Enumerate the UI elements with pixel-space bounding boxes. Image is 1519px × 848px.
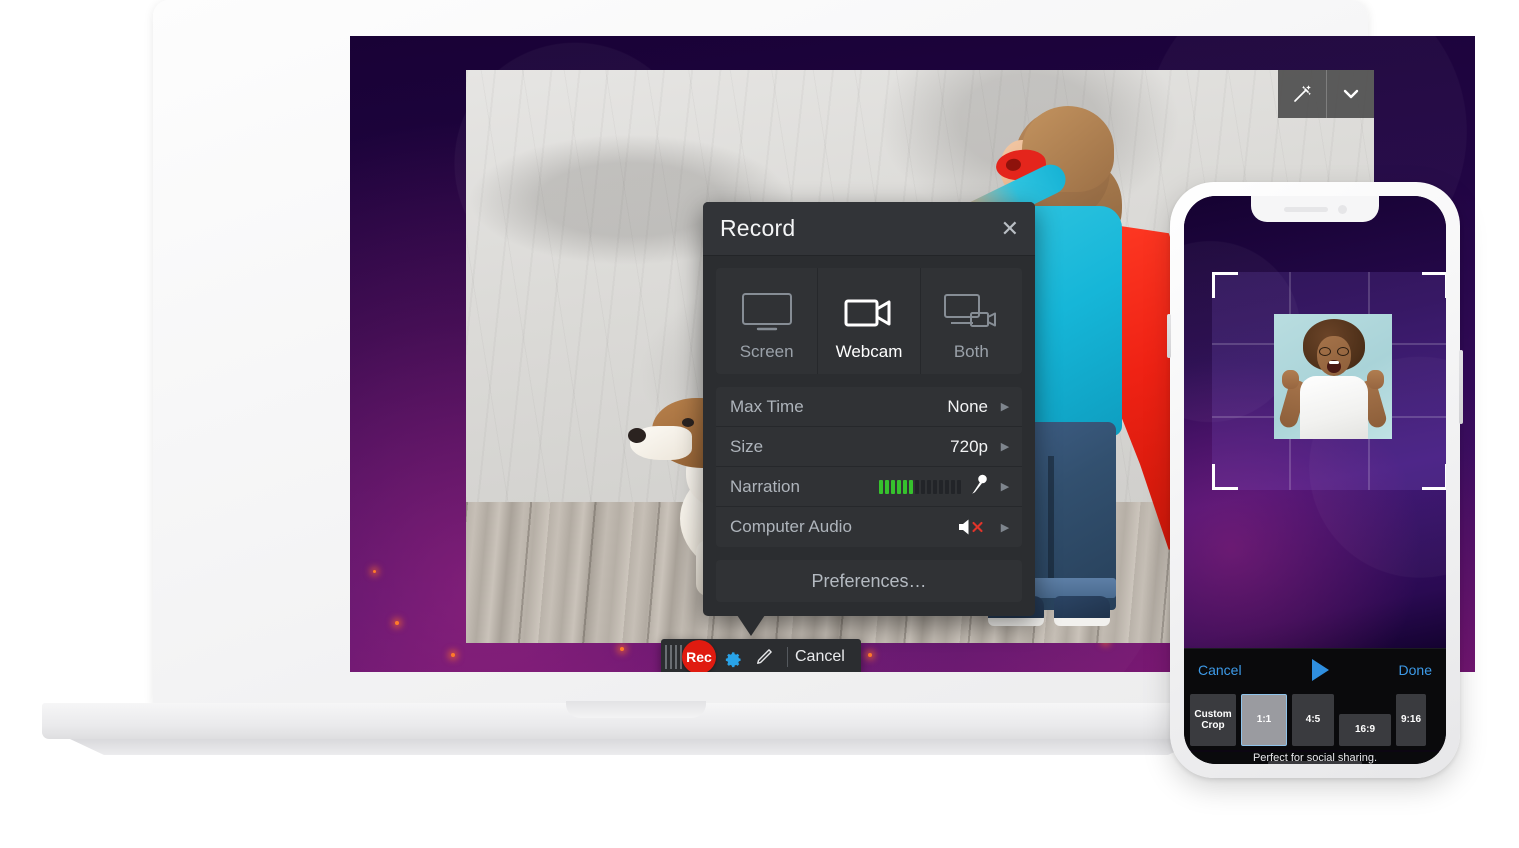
- chevron-right-icon: ▶: [1000, 481, 1010, 493]
- page-title: Record: [720, 215, 796, 241]
- cancel-button[interactable]: Cancel: [795, 648, 845, 666]
- option-size-label: Size: [730, 436, 764, 456]
- chevron-right-icon: ▶: [1000, 441, 1010, 453]
- close-icon[interactable]: ✕: [1001, 217, 1019, 240]
- record-toolbar: Rec Cancel: [661, 639, 861, 672]
- mode-screen[interactable]: Screen: [716, 268, 817, 374]
- magic-wand-icon: [1294, 85, 1311, 102]
- mode-both-label: Both: [953, 342, 989, 361]
- narration-level-meter: [879, 479, 961, 494]
- settings-button[interactable]: [716, 647, 748, 668]
- front-camera-icon: [1337, 204, 1347, 214]
- phone-crop-toolbar: Cancel Done: [1184, 648, 1446, 690]
- crop-handle-bottom-right[interactable]: [1422, 464, 1446, 490]
- canvas-more-button[interactable]: [1326, 70, 1374, 118]
- crop-handle-bottom-left[interactable]: [1212, 464, 1238, 490]
- crop-handle-top-right[interactable]: [1422, 272, 1446, 298]
- mode-webcam[interactable]: Webcam: [817, 268, 919, 374]
- earpiece-speaker-icon: [1283, 206, 1328, 212]
- phone-volume-button[interactable]: [1167, 314, 1171, 358]
- record-popover: Record ✕ Screen Webcam Both Max Time Non…: [703, 202, 1035, 636]
- ratio-16-9[interactable]: 16:9: [1339, 714, 1391, 746]
- option-narration-label: Narration: [730, 476, 800, 496]
- record-options-list: Max Time None ▶ Size 720p ▶ Narration ▶ …: [716, 387, 1022, 547]
- phone-device: Cancel Done Custom Crop 1:1 4:5 16:9 9:1…: [1167, 182, 1463, 778]
- laptop-base-notch: [566, 701, 706, 718]
- crop-handle-top-left[interactable]: [1212, 272, 1238, 298]
- record-popover-header: Record ✕: [703, 202, 1035, 256]
- phone-crop-canvas[interactable]: [1184, 196, 1446, 648]
- option-computer-audio-label: Computer Audio: [730, 517, 852, 536]
- record-button-label: Rec: [686, 649, 712, 665]
- ratio-4-5[interactable]: 4:5: [1292, 694, 1334, 746]
- annotate-button[interactable]: [748, 647, 780, 667]
- phone-cancel-button[interactable]: Cancel: [1198, 662, 1242, 678]
- option-max-time[interactable]: Max Time None ▶: [716, 387, 1022, 427]
- speaker-muted-icon: [957, 517, 988, 537]
- ratio-custom-line2: Crop: [1201, 720, 1225, 731]
- option-size[interactable]: Size 720p ▶: [716, 427, 1022, 467]
- ratio-1-1[interactable]: 1:1: [1241, 694, 1287, 746]
- chevron-right-icon: ▶: [1000, 521, 1010, 534]
- option-narration[interactable]: Narration ▶: [716, 467, 1022, 507]
- photo-woman-excited: [1274, 314, 1392, 439]
- ratio-custom-crop[interactable]: Custom Crop: [1190, 694, 1236, 746]
- ratio-9-16[interactable]: 9:16: [1396, 694, 1426, 746]
- laptop-base: [42, 701, 1230, 739]
- phone-notch: [1251, 196, 1379, 222]
- option-size-value: 720p: [950, 436, 988, 456]
- preferences-button[interactable]: Preferences…: [716, 560, 1022, 602]
- popover-tail: [737, 615, 765, 636]
- gear-icon: [725, 651, 741, 667]
- record-button[interactable]: Rec: [682, 640, 716, 672]
- chevron-right-icon: ▶: [1000, 401, 1010, 413]
- mode-screen-label: Screen: [739, 342, 794, 361]
- microphone-icon: [971, 474, 988, 500]
- home-indicator: [1268, 761, 1362, 764]
- record-mode-selector: Screen Webcam Both: [716, 268, 1022, 374]
- monitor-icon: [716, 286, 817, 338]
- crop-frame[interactable]: [1212, 272, 1446, 490]
- magic-wand-button[interactable]: [1278, 70, 1326, 118]
- aspect-ratio-selector: Custom Crop 1:1 4:5 16:9 9:16: [1184, 690, 1446, 750]
- preferences-label: Preferences…: [811, 570, 927, 591]
- video-camera-icon: [818, 286, 919, 338]
- toolbar-divider: [787, 647, 788, 667]
- promo-composition: Record ✕ Screen Webcam Both Max Time Non…: [0, 0, 1519, 848]
- monitor-camera-icon: [921, 286, 1022, 338]
- drag-handle-icon[interactable]: [665, 645, 682, 669]
- option-max-time-value: None: [947, 396, 988, 416]
- play-icon[interactable]: [1311, 658, 1329, 681]
- phone-done-button[interactable]: Done: [1399, 662, 1432, 678]
- canvas-toolbar: [1278, 70, 1374, 118]
- pencil-icon: [757, 649, 772, 664]
- phone-power-button[interactable]: [1459, 350, 1463, 424]
- option-max-time-label: Max Time: [730, 396, 804, 416]
- mode-both[interactable]: Both: [919, 268, 1022, 374]
- option-computer-audio[interactable]: Computer Audio ▶: [716, 507, 1022, 547]
- mode-webcam-label: Webcam: [835, 342, 903, 361]
- chevron-down-icon: [1343, 89, 1358, 99]
- phone-screen: Cancel Done Custom Crop 1:1 4:5 16:9 9:1…: [1184, 196, 1446, 764]
- ratio-custom-line1: Custom: [1194, 708, 1232, 720]
